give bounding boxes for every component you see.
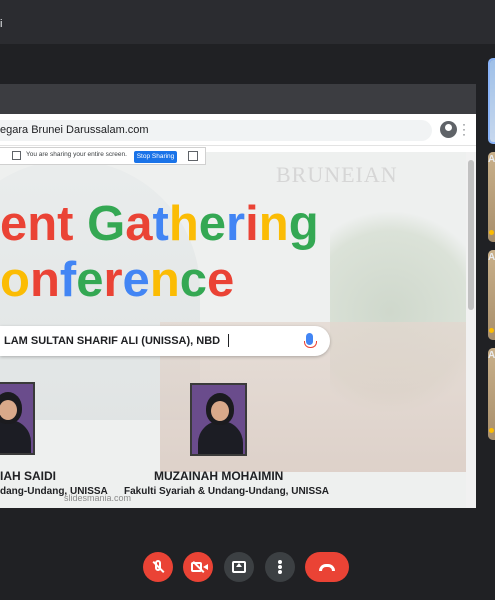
speaker-photo-1 — [0, 382, 35, 455]
title-line2-segment: e — [207, 253, 235, 307]
sharing-message: You are sharing your entire screen. — [26, 151, 127, 158]
camera-toggle-button[interactable] — [183, 552, 213, 582]
slide-credit: slidesmania.com — [64, 493, 132, 503]
title-line2-segment: n — [149, 253, 180, 307]
title-line1-segment: h — [168, 197, 199, 251]
sharing-notification-bar: You are sharing your entire screen. Stop… — [0, 147, 206, 165]
window-title-bar: i — [0, 0, 495, 44]
title-line1-segment: t — [152, 197, 169, 251]
browser-toolbar: egara Brunei Darussalam.com · · · — [0, 114, 476, 146]
title-line1-segment: G — [87, 197, 126, 251]
microphone-toggle-button[interactable] — [143, 552, 173, 582]
end-call-icon — [319, 564, 335, 571]
title-line2-segment: f — [59, 253, 77, 307]
meet-window: i egara Brunei Darussalam.com · · · BRUNEI… — [0, 0, 495, 600]
presentation-slide: BRUNEIAN ent Gathering onference LAM SUL… — [0, 152, 466, 508]
call-controls — [0, 548, 495, 588]
window-title: i — [0, 18, 3, 30]
participant-tile-1[interactable]: A — [488, 152, 495, 242]
participant-tile-self[interactable] — [488, 58, 495, 144]
slide-search-text: LAM SULTAN SHARIF ALI (UNISSA), NBD — [4, 335, 221, 347]
participant-tile-3[interactable]: A — [488, 348, 495, 440]
stop-sharing-button[interactable]: Stop Sharing — [134, 151, 177, 163]
title-line2-segment: r — [103, 253, 123, 307]
more-icon — [278, 560, 282, 564]
title-line2-segment: n — [29, 253, 60, 307]
browser-menu-icon[interactable]: · · · — [462, 118, 466, 140]
title-line2-segment: e — [122, 253, 150, 307]
text-caret — [228, 334, 229, 347]
title-line1-segment: i — [245, 197, 259, 251]
title-line1-segment: g — [288, 197, 319, 251]
title-line1-segment: ent — [0, 197, 88, 251]
profile-icon[interactable] — [440, 121, 457, 138]
scrollbar-thumb[interactable] — [468, 160, 474, 310]
participant-tile-2-label: A — [488, 252, 495, 263]
slide-watermark: BRUNEIAN — [276, 162, 398, 187]
shared-window-strip — [0, 84, 476, 114]
sharing-status-icon — [12, 151, 21, 160]
hide-bar-icon[interactable] — [188, 151, 198, 161]
speaker-name-2: MUZAINAH MOHAIMIN — [154, 469, 284, 483]
present-icon — [232, 561, 246, 573]
participant-tile-3-label: A — [488, 350, 495, 361]
title-line2-segment: c — [179, 253, 208, 307]
more-options-button[interactable] — [265, 552, 295, 582]
present-now-button[interactable] — [224, 552, 254, 582]
title-line1-segment: e — [198, 197, 227, 251]
title-line1-segment: a — [125, 197, 153, 251]
speaker-photo-2 — [190, 383, 247, 456]
slide-search-bar: LAM SULTAN SHARIF ALI (UNISSA), NBD — [0, 326, 330, 356]
shared-screen: egara Brunei Darussalam.com · · · BRUNEIAN… — [0, 84, 476, 508]
browser-scrollbar[interactable] — [466, 152, 476, 508]
participant-tile-3-indicator — [489, 428, 494, 433]
shared-browser: egara Brunei Darussalam.com · · · BRUNEIAN… — [0, 114, 476, 508]
participant-tile-1-label: A — [488, 154, 495, 165]
participant-tile-2-indicator — [489, 328, 494, 333]
title-line1-segment: r — [226, 197, 246, 251]
address-bar[interactable]: egara Brunei Darussalam.com — [0, 120, 432, 141]
participant-tile-1-indicator — [489, 230, 494, 235]
end-call-button[interactable] — [305, 552, 349, 582]
title-line2-segment: o — [0, 253, 30, 307]
title-line1-segment: n — [258, 197, 289, 251]
speaker-name-1: IAH SAIDI — [0, 469, 57, 483]
participant-tile-2[interactable]: A — [488, 250, 495, 340]
speaker-faculty-2: Fakulti Syariah & Undang-Undang, UNISSA — [124, 486, 330, 497]
mic-icon — [304, 333, 317, 348]
title-line2-segment: e — [76, 253, 104, 307]
slide-title-line-2: onference — [0, 252, 234, 308]
slide-title-line-1: ent Gathering — [0, 196, 319, 252]
